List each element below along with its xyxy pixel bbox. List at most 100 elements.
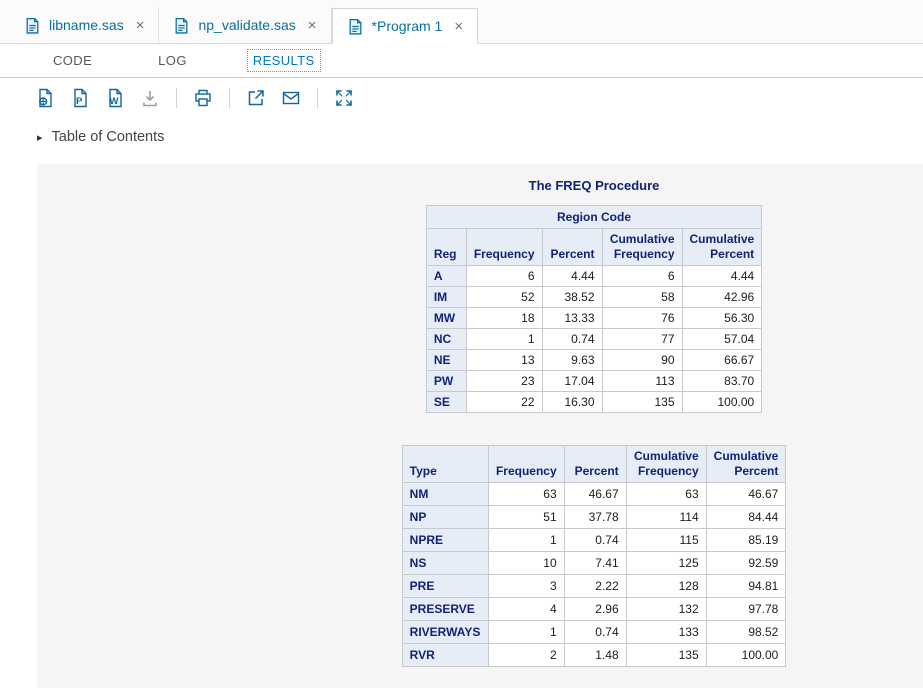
close-icon[interactable]: × — [136, 18, 145, 33]
tab-code[interactable]: CODE — [48, 50, 97, 71]
table-row: PRESERVE42.9613297.78 — [402, 598, 786, 621]
row-header-cell: IM — [426, 287, 466, 308]
download-pdf-icon[interactable]: P — [69, 87, 91, 109]
download-icon — [139, 87, 161, 109]
column-header: Cumulative Percent — [682, 229, 762, 266]
column-header: Percent — [564, 446, 626, 483]
editor-tab-bar: libname.sas × np_validate.sas × *Program… — [0, 0, 923, 44]
close-icon[interactable]: × — [308, 18, 317, 33]
tab-label: libname.sas — [49, 17, 124, 33]
data-cell: 2.22 — [564, 575, 626, 598]
tab-log[interactable]: LOG — [153, 50, 192, 71]
column-header: Reg — [426, 229, 466, 266]
row-header-cell: NP — [402, 506, 488, 529]
data-cell: 92.59 — [706, 552, 786, 575]
row-header-cell: NM — [402, 483, 488, 506]
data-cell: 114 — [626, 506, 706, 529]
data-cell: 38.52 — [542, 287, 602, 308]
toolbar-separator — [229, 88, 230, 108]
data-cell: 128 — [626, 575, 706, 598]
data-cell: 2.96 — [564, 598, 626, 621]
row-header-cell: MW — [426, 308, 466, 329]
data-cell: 0.74 — [564, 621, 626, 644]
column-header: Cumulative Frequency — [626, 446, 706, 483]
row-header-cell: RIVERWAYS — [402, 621, 488, 644]
toolbar-separator — [176, 88, 177, 108]
row-header-cell: PRESERVE — [402, 598, 488, 621]
program-file-icon — [173, 17, 190, 34]
data-cell: 4.44 — [682, 266, 762, 287]
close-icon[interactable]: × — [454, 19, 463, 34]
column-header: Frequency — [466, 229, 542, 266]
data-cell: 52 — [466, 287, 542, 308]
data-cell: 13.33 — [542, 308, 602, 329]
row-header-cell: PW — [426, 371, 466, 392]
table-row: NPRE10.7411585.19 — [402, 529, 786, 552]
table-header-row: RegFrequencyPercentCumulative FrequencyC… — [426, 229, 761, 266]
svg-text:W: W — [110, 96, 119, 107]
table-row: NE139.639066.67 — [426, 350, 761, 371]
table-row: IM5238.525842.96 — [426, 287, 761, 308]
table-row: PW2317.0411383.70 — [426, 371, 761, 392]
view-tab-bar: CODE LOG RESULTS — [0, 44, 923, 78]
row-header-cell: NS — [402, 552, 488, 575]
data-cell: 133 — [626, 621, 706, 644]
data-cell: 100.00 — [682, 392, 762, 413]
data-cell: 132 — [626, 598, 706, 621]
row-header-cell: RVR — [402, 644, 488, 667]
data-cell: 13 — [466, 350, 542, 371]
tab-libname-sas[interactable]: libname.sas × — [10, 7, 159, 43]
table-of-contents-toggle[interactable]: ▸ Table of Contents — [0, 124, 923, 150]
data-cell: 1 — [488, 621, 564, 644]
table-row: MW1813.337656.30 — [426, 308, 761, 329]
data-cell: 83.70 — [682, 371, 762, 392]
data-cell: 1 — [466, 329, 542, 350]
data-cell: 16.30 — [542, 392, 602, 413]
data-cell: 58 — [602, 287, 682, 308]
data-cell: 42.96 — [682, 287, 762, 308]
tab-label: *Program 1 — [372, 18, 443, 34]
data-cell: 2 — [488, 644, 564, 667]
table-row: NS107.4112592.59 — [402, 552, 786, 575]
row-header-cell: A — [426, 266, 466, 287]
data-cell: 90 — [602, 350, 682, 371]
data-cell: 125 — [626, 552, 706, 575]
tab-label: np_validate.sas — [198, 17, 295, 33]
tab-np-validate-sas[interactable]: np_validate.sas × — [159, 7, 331, 43]
download-html-icon[interactable] — [34, 87, 56, 109]
caret-right-icon[interactable]: ▸ — [37, 131, 43, 144]
column-header: Cumulative Percent — [706, 446, 786, 483]
data-cell: 56.30 — [682, 308, 762, 329]
data-cell: 57.04 — [682, 329, 762, 350]
toolbar-separator — [317, 88, 318, 108]
data-cell: 51 — [488, 506, 564, 529]
table-row: SE2216.30135100.00 — [426, 392, 761, 413]
program-file-icon — [347, 18, 364, 35]
tab-results[interactable]: RESULTS — [248, 50, 320, 71]
data-cell: 135 — [626, 644, 706, 667]
print-icon[interactable] — [192, 87, 214, 109]
freq-table-type: TypeFrequencyPercentCumulative Frequency… — [402, 445, 787, 667]
data-cell: 0.74 — [564, 529, 626, 552]
data-cell: 77 — [602, 329, 682, 350]
data-cell: 46.67 — [564, 483, 626, 506]
data-cell: 3 — [488, 575, 564, 598]
data-cell: 135 — [602, 392, 682, 413]
data-cell: 10 — [488, 552, 564, 575]
data-cell: 76 — [602, 308, 682, 329]
open-new-window-icon[interactable] — [245, 87, 267, 109]
row-header-cell: PRE — [402, 575, 488, 598]
tab-program-1[interactable]: *Program 1 × — [332, 8, 479, 44]
email-icon[interactable] — [280, 87, 302, 109]
data-cell: 4.44 — [542, 266, 602, 287]
data-cell: 84.44 — [706, 506, 786, 529]
column-header: Frequency — [488, 446, 564, 483]
download-rtf-icon[interactable]: W — [104, 87, 126, 109]
data-cell: 23 — [466, 371, 542, 392]
table-span-header: Region Code — [426, 206, 761, 229]
maximize-icon[interactable] — [333, 87, 355, 109]
table-row: RIVERWAYS10.7413398.52 — [402, 621, 786, 644]
results-panel: The FREQ Procedure Region CodeRegFrequen… — [37, 164, 923, 688]
program-file-icon — [24, 17, 41, 34]
table-of-contents-label: Table of Contents — [52, 129, 165, 145]
